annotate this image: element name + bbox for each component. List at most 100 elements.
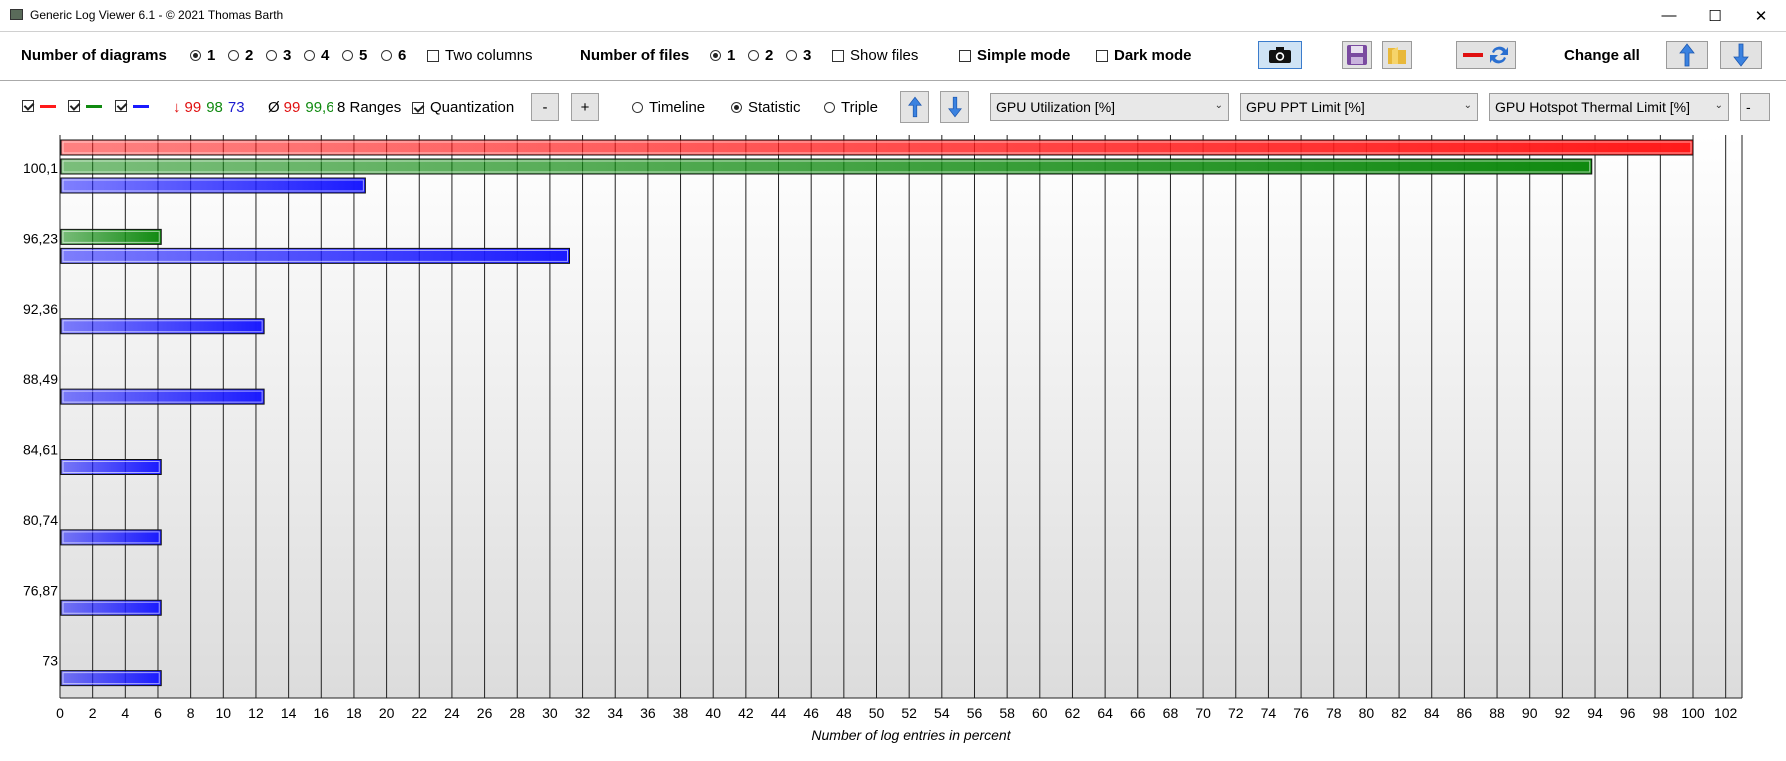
- radio-icon: [731, 102, 742, 113]
- x-tick-label: 44: [771, 705, 787, 721]
- files-option-2[interactable]: 2: [748, 47, 773, 64]
- checkbox-icon: [22, 100, 34, 112]
- diagrams-option-3[interactable]: 3: [266, 47, 291, 64]
- view-option-statistic[interactable]: Statistic: [731, 99, 801, 116]
- checkbox-icon: [1096, 49, 1108, 62]
- y-category-label: 73: [42, 653, 58, 669]
- x-tick-label: 76: [1293, 705, 1309, 721]
- min-symbol: ↓: [173, 99, 181, 116]
- window-title: Generic Log Viewer 6.1 - © 2021 Thomas B…: [30, 8, 284, 22]
- series-toggle-2[interactable]: [68, 100, 102, 112]
- avg-values: Ø 99 99,6: [268, 99, 333, 116]
- diagrams-option-4[interactable]: 4: [304, 47, 329, 64]
- diagrams-option-2[interactable]: 2: [228, 47, 253, 64]
- x-tick-label: 46: [803, 705, 819, 721]
- radio-icon: [632, 102, 643, 113]
- x-tick-label: 66: [1130, 705, 1146, 721]
- arrow-up-icon: [1679, 43, 1695, 67]
- main-toolbar: Number of diagrams 1 2 3 4 5 6 Two colum…: [0, 33, 1786, 80]
- x-tick-label: 90: [1522, 705, 1538, 721]
- diagrams-label: Number of diagrams: [21, 47, 167, 64]
- avg-symbol: Ø: [268, 99, 280, 116]
- x-tick-label: 74: [1261, 705, 1277, 721]
- avg-value-2: 99,6: [305, 99, 333, 116]
- radio-icon: [748, 50, 759, 61]
- x-tick-label: 96: [1620, 705, 1636, 721]
- radio-icon: [381, 50, 392, 61]
- files-option-1[interactable]: 1: [710, 47, 735, 64]
- x-tick-label: 28: [509, 705, 525, 721]
- x-tick-label: 14: [281, 705, 297, 721]
- dark-mode-checkbox[interactable]: Dark mode: [1096, 47, 1192, 64]
- x-tick-label: 88: [1489, 705, 1505, 721]
- series-toggle-1[interactable]: [22, 100, 56, 112]
- x-tick-label: 70: [1195, 705, 1211, 721]
- show-files-checkbox[interactable]: Show files: [832, 47, 918, 64]
- x-tick-label: 60: [1032, 705, 1048, 721]
- increase-ranges-button[interactable]: +: [571, 93, 599, 121]
- sensor-select-1[interactable]: GPU Utilization [%] ⌄: [990, 93, 1229, 121]
- two-columns-checkbox[interactable]: Two columns: [427, 47, 533, 64]
- series-toggle-3[interactable]: [115, 100, 149, 112]
- diagram-toolbar: ↓ 99 98 73 Ø 99 99,6 8 Ranges Quantizati…: [0, 82, 1786, 132]
- minimize-button[interactable]: —: [1646, 0, 1692, 31]
- radio-icon: [786, 50, 797, 61]
- checkbox-icon: [427, 49, 439, 62]
- x-tick-label: 54: [934, 705, 950, 721]
- x-tick-label: 50: [869, 705, 885, 721]
- sensor-select-4[interactable]: -: [1740, 93, 1770, 121]
- diagrams-option-5[interactable]: 5: [342, 47, 367, 64]
- x-tick-label: 8: [187, 705, 195, 721]
- sensor-select-2[interactable]: GPU PPT Limit [%] ⌄: [1240, 93, 1478, 121]
- x-tick-label: 2: [89, 705, 97, 721]
- diagrams-option-1[interactable]: 1: [190, 47, 215, 64]
- x-tick-label: 20: [379, 705, 395, 721]
- diagrams-option-6[interactable]: 6: [381, 47, 406, 64]
- x-tick-label: 78: [1326, 705, 1342, 721]
- swap-colors-button[interactable]: [1456, 41, 1516, 69]
- view-option-timeline[interactable]: Timeline: [632, 99, 705, 116]
- swap-colors-icon: [1463, 46, 1508, 64]
- radio-icon: [710, 50, 721, 61]
- close-button[interactable]: ✕: [1738, 0, 1784, 31]
- checkbox-icon: [412, 101, 424, 114]
- simple-mode-checkbox[interactable]: Simple mode: [959, 47, 1070, 64]
- decrease-ranges-button[interactable]: -: [531, 93, 559, 121]
- radio-icon: [266, 50, 277, 61]
- open-button[interactable]: [1382, 41, 1412, 69]
- x-tick-label: 12: [248, 705, 264, 721]
- series-color-swatch: [86, 104, 102, 108]
- app-window: Generic Log Viewer 6.1 - © 2021 Thomas B…: [0, 0, 1786, 761]
- avg-value-1: 99: [283, 99, 301, 116]
- chart-canvas: 0 2 4 6 8 10 12 14 16 18 20 22 24 26 28 30 32 34 36 38 40 42 4…: [23, 135, 1743, 743]
- files-option-3[interactable]: 3: [786, 47, 811, 64]
- toolbar-divider: [0, 80, 1786, 81]
- maximize-button[interactable]: ☐: [1692, 0, 1738, 31]
- title-divider: [0, 31, 1786, 32]
- x-tick-label: 4: [121, 705, 129, 721]
- diagram-up-button[interactable]: [900, 91, 929, 123]
- chevron-down-icon: ⌄: [1214, 100, 1223, 111]
- y-category-label: 80,74: [23, 512, 58, 528]
- x-tick-label: 94: [1587, 705, 1603, 721]
- view-option-triple[interactable]: Triple: [824, 99, 878, 116]
- min-value-3: 73: [227, 99, 245, 116]
- diagram-down-button[interactable]: [940, 91, 969, 123]
- x-tick-label: 64: [1097, 705, 1113, 721]
- floppy-disk-icon: [1347, 45, 1367, 65]
- min-value-1: 99: [184, 99, 202, 116]
- checkbox-icon: [959, 49, 971, 62]
- radio-icon: [190, 50, 201, 61]
- x-tick-label: 68: [1163, 705, 1179, 721]
- move-up-button[interactable]: [1666, 41, 1708, 69]
- sensor-select-3[interactable]: GPU Hotspot Thermal Limit [%] ⌄: [1489, 93, 1729, 121]
- x-tick-label: 52: [901, 705, 917, 721]
- x-tick-label: 86: [1457, 705, 1473, 721]
- save-button[interactable]: [1342, 41, 1372, 69]
- checkbox-icon: [68, 100, 80, 112]
- screenshot-button[interactable]: [1258, 41, 1302, 69]
- move-down-button[interactable]: [1720, 41, 1762, 69]
- ranges-label: 8 Ranges: [337, 99, 402, 116]
- quantization-checkbox[interactable]: Quantization: [412, 99, 514, 116]
- x-tick-label: 36: [640, 705, 656, 721]
